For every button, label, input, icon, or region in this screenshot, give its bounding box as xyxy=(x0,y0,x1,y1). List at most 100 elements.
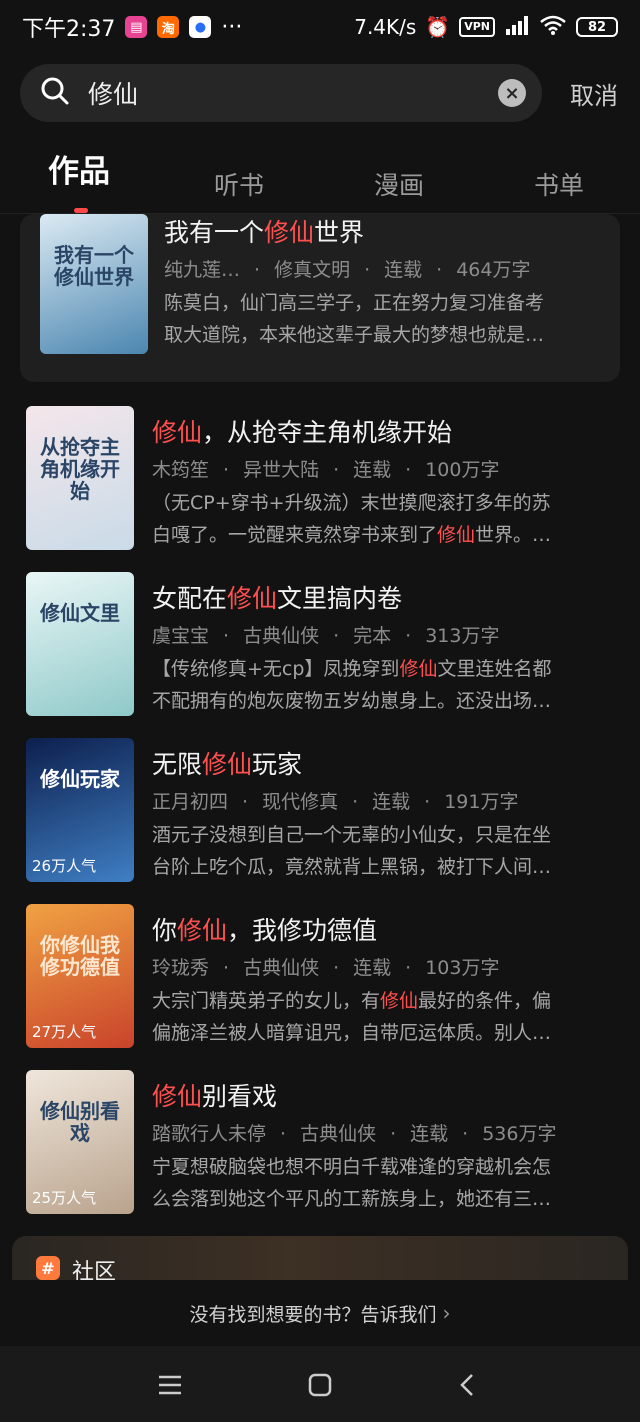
status-time: 下午2:37 xyxy=(22,17,116,42)
book-title[interactable]: 我有一个修仙世界 xyxy=(164,214,614,252)
book-item[interactable]: 你修仙我修功德值 27万人气 你修仙，我修功德值 玲珑秀 · 古典仙侠 · 连载 · 103万字大… xyxy=(0,904,640,1054)
description-line: 陈莫白，仙门高三学子，正在努力复习准备考 xyxy=(164,292,545,314)
book-title[interactable]: 修仙，从抢夺主角机缘开始 xyxy=(152,414,602,452)
meta-words: 100万字 xyxy=(425,459,500,481)
cancel-button[interactable]: 取消 xyxy=(570,76,618,111)
back-icon[interactable] xyxy=(451,1368,485,1402)
meta-separator: · xyxy=(223,625,230,647)
description-line: 白嘎了。一觉醒来竟然穿书来到了修仙世界。… xyxy=(152,524,552,546)
battery-indicator: 82 xyxy=(576,17,618,37)
meta-author: 踏歌行人未停 xyxy=(152,1123,267,1145)
meta-genre: 修真文明 xyxy=(274,259,351,281)
book-cover[interactable]: 从抢夺主角机缘开始 xyxy=(26,406,134,550)
description-line: 酒元子没想到自己一个无辜的小仙女，只是在坐 xyxy=(152,824,552,846)
vpn-badge: VPN xyxy=(459,17,495,37)
search-row: 修仙 × 取消 xyxy=(20,64,630,122)
book-cover[interactable]: 修仙文里 xyxy=(26,572,134,716)
book-item[interactable]: 修仙玩家 26万人气 无限修仙玩家 正月初四 · 现代修真 · 连载 · 191万字 酒元子没想到自… xyxy=(0,738,640,888)
status-bar: 下午2:37 ▤ 淘 ● ··· 7.4K/s ⏰ VPN 82 xyxy=(0,0,640,54)
tab-comics[interactable]: 漫画 xyxy=(374,166,424,202)
app-notification-icon: ▤ xyxy=(125,16,148,38)
title-text: ，我修功德值 xyxy=(227,916,378,945)
chevron-right-icon: › xyxy=(442,1301,451,1325)
meta-separator: · xyxy=(436,259,443,281)
book-info: 你修仙，我修功德值 玲珑秀 · 古典仙侠 · 连载 · 103万字 大宗门精英弟子的女儿，有修仙… xyxy=(152,912,602,1049)
home-icon[interactable] xyxy=(303,1368,337,1402)
book-title[interactable]: 修仙别看戏 xyxy=(152,1078,602,1116)
popularity-label: 25万人气 xyxy=(32,1189,97,1207)
feedback-text: 没有找到想要的书？告诉我们 xyxy=(189,1303,437,1326)
meta-separator: · xyxy=(405,625,412,647)
description-line: 台阶上吃个瓜，竟然就背上黑锅，被打下人间… xyxy=(152,856,552,878)
result-tabs: 作品 听书 漫画 书单 xyxy=(0,150,640,214)
meta-separator: · xyxy=(223,957,230,979)
meta-author: 虞宝宝 xyxy=(152,625,210,647)
meta-words: 313万字 xyxy=(425,625,500,647)
meta-separator: · xyxy=(405,957,412,979)
community-icon: # xyxy=(36,1256,60,1280)
book-title[interactable]: 你修仙，我修功德值 xyxy=(152,912,602,950)
book-item[interactable]: 我有一个修仙世界 我有一个修仙世界 纯九莲… · 修真文明 · 连载 · 464万字 陈莫白，仙门… xyxy=(20,214,620,382)
book-cover[interactable]: 你修仙我修功德值 27万人气 xyxy=(26,904,134,1048)
wifi-icon xyxy=(539,15,567,40)
meta-words: 103万字 xyxy=(425,957,500,979)
meta-author: 正月初四 xyxy=(152,791,229,813)
title-text: 我有一个 xyxy=(164,218,265,247)
book-meta: 玲珑秀 · 古典仙侠 · 连载 · 103万字 xyxy=(152,952,602,984)
book-title[interactable]: 无限修仙玩家 xyxy=(152,746,602,784)
cover-title: 我有一个修仙世界 xyxy=(54,243,134,289)
meta-status: 连载 xyxy=(410,1123,449,1145)
search-input[interactable]: 修仙 xyxy=(88,75,498,111)
menu-icon[interactable] xyxy=(153,1368,187,1402)
book-meta: 纯九莲… · 修真文明 · 连载 · 464万字 xyxy=(164,254,614,286)
book-item[interactable]: 从抢夺主角机缘开始 修仙，从抢夺主角机缘开始 木筠笙 · 异世大陆 · 连载 · 100万字 （无… xyxy=(0,406,640,556)
meta-separator: · xyxy=(333,957,340,979)
tab-audiobooks[interactable]: 听书 xyxy=(214,166,264,202)
cover-title: 修仙别看戏 xyxy=(40,1099,120,1145)
alarm-icon: ⏰ xyxy=(425,15,451,39)
meta-author: 玲珑秀 xyxy=(152,957,210,979)
feedback-link[interactable]: 没有找到想要的书？告诉我们 › xyxy=(0,1280,640,1346)
title-text: 无限 xyxy=(152,750,203,779)
meta-genre: 古典仙侠 xyxy=(243,625,320,647)
description-line: （无CP+穿书+升级流）末世摸爬滚打多年的苏 xyxy=(152,492,551,514)
meta-status: 连载 xyxy=(353,459,392,481)
book-cover[interactable]: 修仙别看戏 25万人气 xyxy=(26,1070,134,1214)
meta-words: 191万字 xyxy=(444,791,519,813)
book-item[interactable]: 修仙别看戏 25万人气 修仙别看戏 踏歌行人未停 · 古典仙侠 · 连载 · 536万字 宁夏想破脑… xyxy=(0,1070,640,1220)
meta-separator: · xyxy=(254,259,261,281)
meta-separator: · xyxy=(364,259,371,281)
meta-genre: 异世大陆 xyxy=(243,459,320,481)
meta-words: 536万字 xyxy=(482,1123,557,1145)
title-keyword-highlight: 修仙 xyxy=(152,418,203,447)
title-keyword-highlight: 修仙 xyxy=(227,584,278,613)
meta-genre: 现代修真 xyxy=(262,791,339,813)
description-line: 宁夏想破脑袋也想不明白千载难逢的穿越机会怎 xyxy=(152,1156,552,1178)
title-text: 世界 xyxy=(314,218,365,247)
book-description: 大宗门精英弟子的女儿，有修仙最好的条件，偏 偏施泽兰被人暗算诅咒，自带厄运体质。别… xyxy=(152,985,598,1049)
meta-status: 连载 xyxy=(384,259,423,281)
book-description: 【传统修真+无cp】凤挽穿到修仙文里连姓名都 不配拥有的炮灰废物五岁幼崽身上。还没… xyxy=(152,653,598,717)
book-item[interactable]: 修仙文里 女配在修仙文里搞内卷 虞宝宝 · 古典仙侠 · 完本 · 313万字 【传统修真+无cp… xyxy=(0,572,640,722)
book-title[interactable]: 女配在修仙文里搞内卷 xyxy=(152,580,602,618)
clear-icon[interactable]: × xyxy=(498,79,526,107)
meta-status: 完本 xyxy=(353,625,392,647)
book-cover[interactable]: 我有一个修仙世界 xyxy=(40,214,148,354)
tab-works[interactable]: 作品 xyxy=(48,146,110,191)
book-description: 酒元子没想到自己一个无辜的小仙女，只是在坐 台阶上吃个瓜，竟然就背上黑锅，被打下人… xyxy=(152,819,598,883)
tab-booklists[interactable]: 书单 xyxy=(534,166,584,202)
title-text: 女配在 xyxy=(152,584,228,613)
meta-author: 木筠笙 xyxy=(152,459,210,481)
search-box[interactable]: 修仙 × xyxy=(20,64,542,122)
book-meta: 木筠笙 · 异世大陆 · 连载 · 100万字 xyxy=(152,454,602,486)
cover-title: 修仙文里 xyxy=(40,601,120,625)
title-text: 文里搞内卷 xyxy=(277,584,403,613)
cover-title: 从抢夺主角机缘开始 xyxy=(40,435,120,503)
popularity-label: 27万人气 xyxy=(32,1023,97,1041)
description-line: 不配拥有的炮灰废物五岁幼崽身上。还没出场… xyxy=(152,690,552,712)
book-cover[interactable]: 修仙玩家 26万人气 xyxy=(26,738,134,882)
title-text: 你 xyxy=(152,916,178,945)
meta-separator: · xyxy=(424,791,431,813)
meta-separator: · xyxy=(280,1123,287,1145)
taobao-icon: 淘 xyxy=(157,16,180,38)
